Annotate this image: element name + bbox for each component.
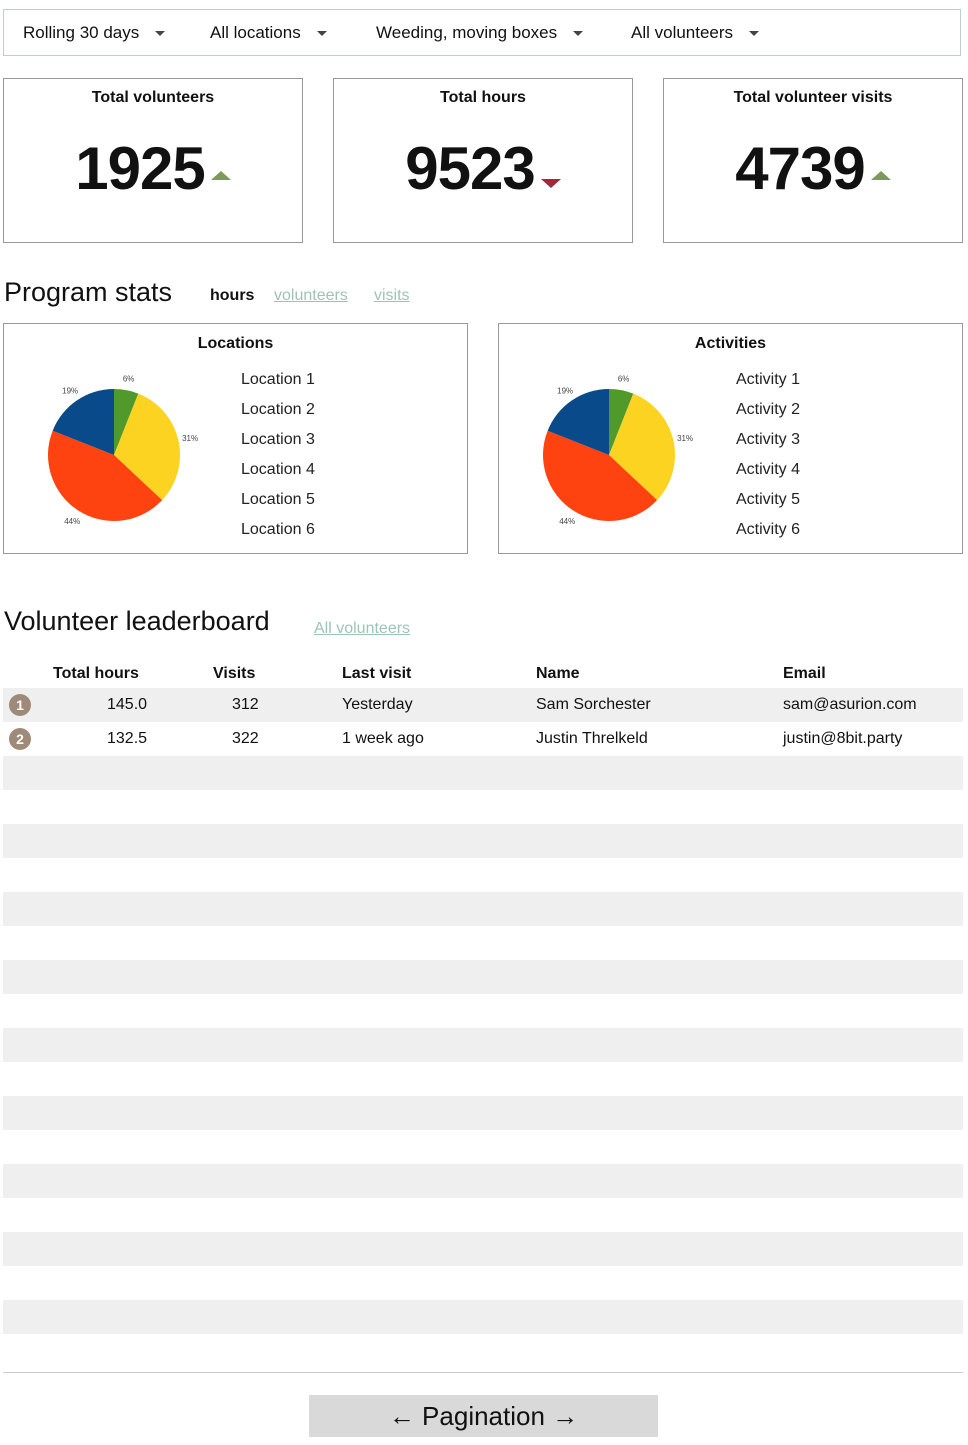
trend-up-icon [210,171,231,180]
caret-down-icon [155,31,166,36]
empty-table-row [3,756,963,790]
empty-table-row [3,892,963,926]
location-label: All locations [210,22,301,42]
legend-item: Location 5 [241,491,315,508]
cell-hours: 132.5 [107,730,148,747]
location-dropdown[interactable]: All locations [210,10,327,55]
cell-email: justin@8bit.party [783,730,903,747]
stat-card-total-volunteers: Total volunteers 1925 [3,78,303,243]
rank-badge: 1 [9,694,31,716]
activities-card: Activities 6% 31% 44% 19% Activity 1 Activi… [498,323,963,554]
legend-item: Location 6 [241,521,315,538]
legend-item: Activity 1 [736,371,801,388]
leaderboard-title: Volunteer leaderboard [4,606,270,636]
header-total-hours[interactable]: Total hours [53,665,139,683]
trend-down-icon [540,179,561,188]
trend-up-icon [870,171,891,180]
stat-value: 1925 [75,135,205,202]
legend-item: Location 3 [241,431,315,448]
empty-table-row [3,1096,963,1130]
header-name[interactable]: Name [536,665,580,683]
header-visits[interactable]: Visits [213,665,255,683]
legend-item: Location 2 [241,401,315,418]
stat-title: Total volunteers [91,89,215,106]
cell-name: Sam Sorchester [536,696,651,713]
stat-title: Total hours [440,89,526,106]
caret-down-icon [316,31,327,36]
legend-item: Activity 6 [736,521,801,538]
legend-item: Location 1 [241,371,315,388]
cell-last-visit: Yesterday [342,696,413,713]
empty-table-row [3,824,963,858]
table-row[interactable]: 1 145.0 312 Yesterday Sam Sorchester sam… [3,688,963,722]
pie-slice-label: 31% [677,434,693,443]
pie-slice-label: 6% [618,374,630,383]
legend-item: Activity 3 [736,431,801,448]
pagination-button[interactable]: ← Pagination → [309,1395,658,1437]
date-range-label: Rolling 30 days [23,22,140,42]
tab-hours[interactable]: hours [210,287,254,305]
header-last-visit[interactable]: Last visit [342,665,411,683]
legend-item: Activity 5 [736,491,801,508]
activity-dropdown[interactable]: Weeding, moving boxes [376,10,584,55]
cell-visits: 322 [232,730,259,747]
locations-card: Locations 6% 31% 44% 19% Location 1 Locatio… [3,323,468,554]
activities-pie-chart: 6% 31% 44% 19% [543,374,693,526]
locations-pie-chart: 6% 31% 44% 19% [48,374,198,526]
cell-name: Justin Threlkeld [536,730,648,747]
empty-table-row [3,1164,963,1198]
legend-item: Location 4 [241,461,315,478]
legend-item: Activity 4 [736,461,801,478]
divider [3,1372,963,1373]
table-row[interactable]: 2 132.5 322 1 week ago Justin Threlkeld … [3,722,963,756]
pie-slice-label: 44% [559,517,575,526]
legend-item: Activity 2 [736,401,801,418]
volunteer-dropdown[interactable]: All volunteers [631,10,760,55]
filter-bar: Rolling 30 days All locations Weeding, m… [3,9,961,56]
locations-legend: Location 1 Location 2 Location 3 Locatio… [241,368,315,548]
cell-email: sam@asurion.com [783,696,917,713]
caret-down-icon [573,31,584,36]
stat-value: 9523 [405,135,535,202]
empty-table-row [3,1232,963,1266]
tab-volunteers[interactable]: volunteers [274,287,348,305]
date-range-dropdown[interactable]: Rolling 30 days [23,10,166,55]
pie-slice-label: 44% [64,517,80,526]
cell-visits: 312 [232,696,259,713]
caret-down-icon [749,31,760,36]
activities-legend: Activity 1 Activity 2 Activity 3 Activit… [736,368,800,548]
program-stats-title: Program stats [4,277,173,307]
empty-table-row [3,1028,963,1062]
stat-card-total-visits: Total volunteer visits 4739 [663,78,963,243]
pie-slice-label: 19% [62,386,78,395]
cell-hours: 145.0 [107,696,148,713]
header-email[interactable]: Email [783,665,826,683]
activities-title: Activities [694,335,767,352]
stat-card-total-hours: Total hours 9523 [333,78,633,243]
volunteer-label: All volunteers [631,22,734,42]
pie-slice-label: 31% [182,434,198,443]
activity-label: Weeding, moving boxes [376,22,558,42]
empty-table-row [3,1300,963,1334]
rank-badge: 2 [9,728,31,750]
all-volunteers-link[interactable]: All volunteers [314,620,410,638]
stat-value: 4739 [735,135,865,202]
leaderboard-header: Total hours Visits Last visit Name Email [0,665,968,687]
pie-slice-label: 19% [557,386,573,395]
empty-table-row [3,960,963,994]
tab-visits[interactable]: visits [374,287,410,305]
cell-last-visit: 1 week ago [342,730,424,747]
locations-title: Locations [197,335,274,352]
pie-slice-label: 6% [123,374,135,383]
stat-title: Total volunteer visits [733,89,893,106]
